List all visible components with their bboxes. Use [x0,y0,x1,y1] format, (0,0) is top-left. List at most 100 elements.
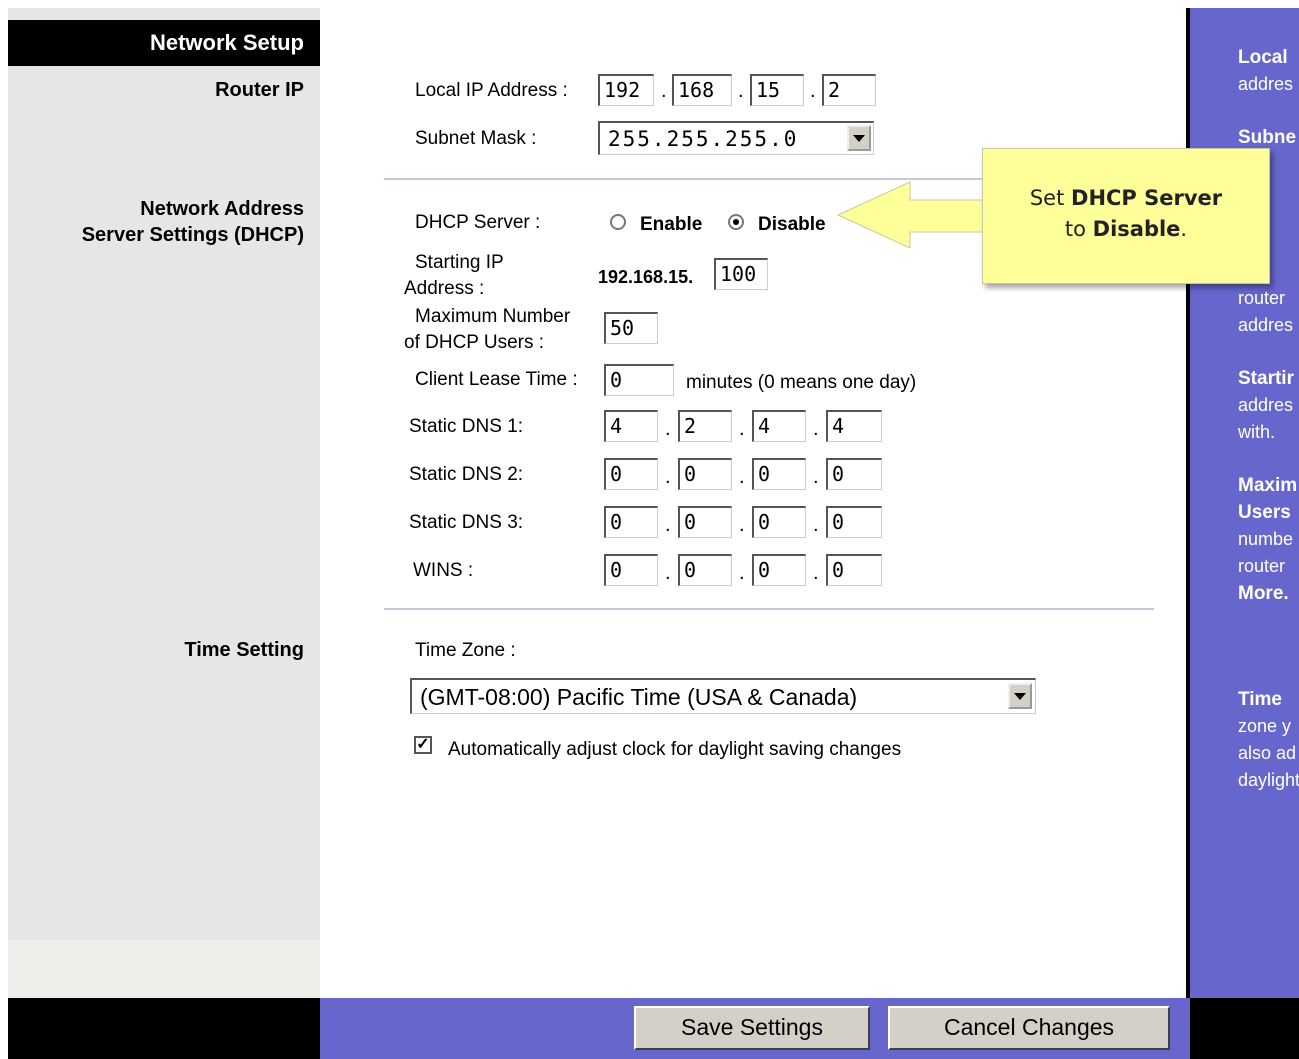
starting-ip-input[interactable]: 100 [714,258,768,290]
help-max-title-1: Maxim [1238,475,1298,496]
starting-ip-label-line1: Starting IP [415,252,504,273]
callout-text-bold-1: DHCP Server [1071,186,1223,210]
help-time-text-3: daylight [1238,770,1299,790]
ip-dot: . [661,80,667,102]
ip-dot: . [665,514,671,536]
help-time-text-2: also ad [1238,743,1297,763]
help-max-users: Maxim Users numbe router More. [1238,472,1299,607]
lease-time-input[interactable]: 0 [604,364,674,396]
ip-dot: . [813,514,819,536]
callout-text-bold-2: Disable [1092,217,1181,241]
ip-dot: . [665,466,671,488]
help-max-text-1: numbe [1238,529,1294,549]
help-time: Time zone y also ad daylight [1238,686,1299,794]
dhcp-server-label: DHCP Server : [415,212,541,233]
wins-label: WINS : [413,560,474,581]
help-max-title-2: Users [1238,502,1291,523]
dhcp-disable-label: Disable [758,214,826,235]
callout-text-pre: Set [1029,186,1072,210]
callout-arrow-icon [836,181,994,249]
local-ip-octet-2[interactable]: 168 [672,74,732,106]
dhcp-enable-radio[interactable] [610,214,626,230]
time-zone-select[interactable]: (GMT-08:00) Pacific Time (USA & Canada) [410,678,1036,714]
dhcp-enable-label: Enable [640,214,703,235]
help-local-title: Local [1238,47,1288,68]
footer-left [8,998,320,1059]
section-label-dhcp: Network Address Server Settings (DHCP) [82,196,304,248]
dns2-octet-4[interactable]: 0 [826,458,882,490]
dns3-octet-3[interactable]: 0 [752,506,806,538]
help-time-text-1: zone y [1238,716,1292,736]
ip-dot: . [738,80,744,102]
dns2-octet-1[interactable]: 0 [604,458,658,490]
ip-dot: . [813,466,819,488]
footer-right [1190,998,1299,1059]
subnet-mask-select[interactable]: 255.255.255.0 [598,121,874,155]
ip-dot: . [665,418,671,440]
lease-time-label: Client Lease Time : [415,369,578,390]
help-dhcp-text-2: addres [1238,315,1294,335]
save-settings-button[interactable]: Save Settings [634,1006,870,1050]
help-time-title: Time [1238,689,1283,710]
section-title: Network Setup [8,20,320,66]
help-local-text: addres [1238,74,1294,94]
dns1-octet-1[interactable]: 4 [604,410,658,442]
local-ip-label: Local IP Address : [415,80,568,101]
chevron-down-icon[interactable] [847,125,871,151]
help-starting-text-1: addres [1238,395,1294,415]
ip-dot: . [739,562,745,584]
left-column [8,8,320,998]
max-users-label-line2: of DHCP Users : [404,332,545,353]
wins-octet-1[interactable]: 0 [604,554,658,586]
max-users-label-line1: Maximum Number [415,306,571,327]
dns1-label: Static DNS 1: [409,416,524,437]
callout-text-post: . [1180,217,1188,241]
dns1-octet-4[interactable]: 4 [826,410,882,442]
starting-ip-label-line2: Address : [404,278,485,299]
local-ip-octet-3[interactable]: 15 [750,74,804,106]
instruction-callout: Set DHCP Server to Disable. [982,148,1270,284]
help-local: Local addres [1238,44,1299,98]
dns1-octet-2[interactable]: 2 [678,410,732,442]
dns3-octet-4[interactable]: 0 [826,506,882,538]
ip-dot: . [739,418,745,440]
help-subnet-title: Subne [1238,127,1297,148]
wins-octet-2[interactable]: 0 [678,554,732,586]
ip-dot: . [739,466,745,488]
local-ip-octet-1[interactable]: 192 [598,74,654,106]
help-starting-title: Startir [1238,368,1294,389]
divider [384,608,1154,610]
section-label-router-ip: Router IP [215,79,304,101]
top-strip [0,0,1299,8]
section-label-dhcp-line1: Network Address [140,198,304,220]
dns3-octet-2[interactable]: 0 [678,506,732,538]
help-starting-text-2: with. [1238,422,1276,442]
ip-dot: . [810,80,816,102]
ip-dot: . [739,514,745,536]
ip-dot: . [813,562,819,584]
wins-octet-3[interactable]: 0 [752,554,806,586]
dns2-octet-2[interactable]: 0 [678,458,732,490]
help-dhcp-text-1: router [1238,288,1286,308]
dns3-octet-1[interactable]: 0 [604,506,658,538]
local-ip-octet-4[interactable]: 2 [822,74,876,106]
subnet-mask-label: Subnet Mask : [415,128,537,149]
starting-ip-prefix: 192.168.15. [598,267,694,287]
dst-checkbox[interactable]: ✓ [414,736,432,754]
dns1-octet-3[interactable]: 4 [752,410,806,442]
help-more-link[interactable]: More. [1238,583,1289,604]
section-label-time: Time Setting [184,639,304,661]
help-starting: Startir addres with. [1238,365,1299,446]
time-zone-label: Time Zone : [415,640,516,661]
dst-label: Automatically adjust clock for daylight … [448,739,902,760]
dns2-octet-3[interactable]: 0 [752,458,806,490]
dhcp-disable-radio[interactable] [728,214,744,230]
section-label-dhcp-line2: Server Settings (DHCP) [81,224,304,246]
max-users-input[interactable]: 50 [604,312,658,344]
wins-octet-4[interactable]: 0 [826,554,882,586]
chevron-down-icon[interactable] [1008,683,1032,709]
dns3-label: Static DNS 3: [409,512,524,533]
ip-dot: . [665,562,671,584]
cancel-changes-button[interactable]: Cancel Changes [888,1006,1170,1050]
ip-dot: . [813,418,819,440]
